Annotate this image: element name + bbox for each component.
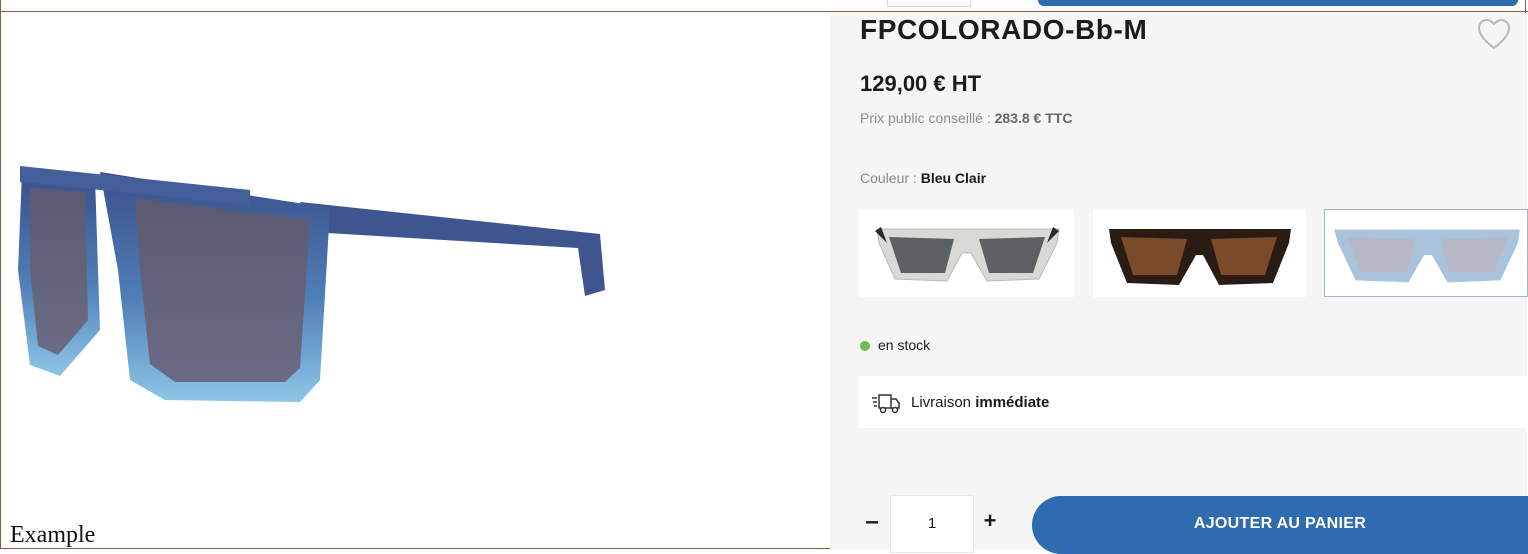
recommended-price: Prix public conseillé : 283.8 € TTC bbox=[860, 110, 1072, 126]
heart-icon[interactable] bbox=[1476, 18, 1512, 52]
color-value: Bleu Clair bbox=[920, 170, 987, 186]
delivery-prefix: Livraison bbox=[911, 394, 976, 411]
color-swatch-light-blue[interactable] bbox=[1324, 209, 1528, 297]
stock-status: en stock bbox=[860, 337, 930, 353]
color-label: Couleur : Bleu Clair bbox=[860, 170, 986, 186]
sunglasses-thumb-icon bbox=[1109, 229, 1291, 285]
quantity-input[interactable]: 1 bbox=[890, 495, 974, 553]
product-price: 129,00 € HT bbox=[860, 71, 982, 96]
stock-dot-icon bbox=[860, 341, 870, 352]
rrp-label: Prix public conseillé : bbox=[860, 110, 995, 126]
product-image bbox=[18, 166, 605, 402]
rrp-value: 283.8 € TTC bbox=[994, 110, 1073, 126]
delivery-truck-icon bbox=[872, 394, 900, 414]
color-swatch-clear-grey[interactable] bbox=[859, 209, 1074, 297]
add-to-cart-button[interactable]: AJOUTER AU PANIER bbox=[1032, 496, 1528, 554]
color-label-prefix: Couleur : bbox=[860, 170, 921, 186]
quantity-decrease-button[interactable]: – bbox=[860, 508, 884, 536]
delivery-info: Livraison immédiate bbox=[859, 376, 1528, 428]
color-swatch-dark-tortoise[interactable] bbox=[1093, 209, 1306, 297]
product-title: FPCOLORADO-Bb-M bbox=[860, 14, 1148, 45]
sunglasses-thumb-icon bbox=[1334, 229, 1520, 283]
delivery-text: Livraison immédiate bbox=[911, 394, 1049, 411]
quantity-increase-button[interactable]: + bbox=[978, 508, 1002, 534]
sunglasses-thumb-icon bbox=[875, 227, 1060, 282]
example-caption: Example bbox=[10, 522, 96, 548]
stock-text: en stock bbox=[878, 337, 931, 353]
delivery-bold: immédiate bbox=[975, 394, 1050, 411]
